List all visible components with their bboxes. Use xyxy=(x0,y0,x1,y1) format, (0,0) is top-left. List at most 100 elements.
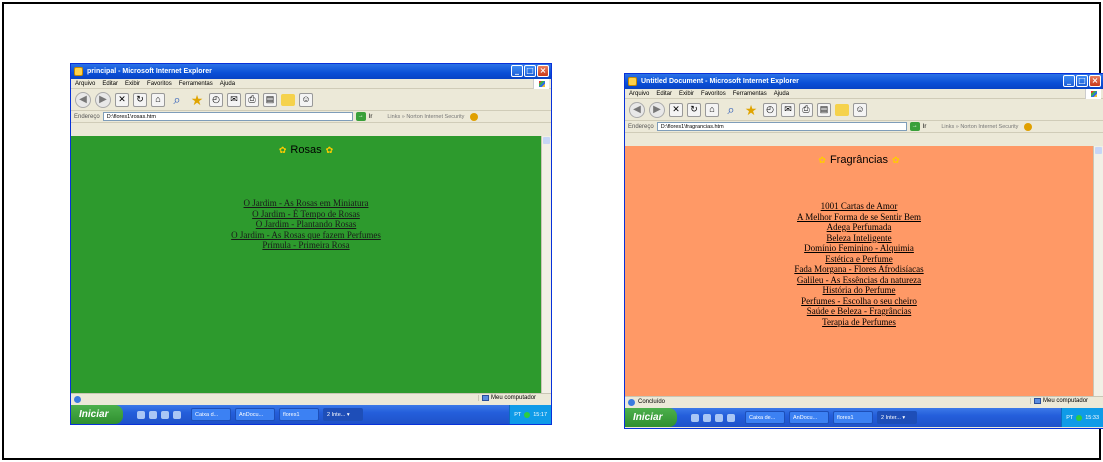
taskbar-button[interactable]: flores1 xyxy=(833,411,873,424)
link-item[interactable]: 1001 Cartas de Amor xyxy=(821,201,898,212)
favorites-icon[interactable]: ★ xyxy=(189,92,205,108)
menu-editar[interactable]: Editar xyxy=(102,81,118,87)
start-button[interactable]: Iniciar xyxy=(71,405,123,424)
edit-icon[interactable]: ▤ xyxy=(817,102,831,117)
go-label[interactable]: Ir xyxy=(923,124,927,130)
menu-arquivo[interactable]: Arquivo xyxy=(629,91,649,97)
vertical-scrollbar[interactable] xyxy=(1093,146,1103,396)
quick-launch-icon[interactable] xyxy=(149,410,157,419)
back-icon[interactable]: ◀ xyxy=(629,101,645,118)
history-icon[interactable]: ◴ xyxy=(763,102,777,117)
link-item[interactable]: O Jardim - Plantando Rosas xyxy=(256,219,357,230)
menu-ferramentas[interactable]: Ferramentas xyxy=(179,81,213,87)
norton-icon[interactable] xyxy=(470,112,479,121)
folder-icon[interactable] xyxy=(281,93,295,106)
menu-ajuda[interactable]: Ajuda xyxy=(220,81,235,87)
quick-launch-icon[interactable] xyxy=(137,410,145,419)
maximize-button[interactable]: □ xyxy=(1076,75,1088,87)
home-icon[interactable]: ⌂ xyxy=(705,102,719,117)
folder-icon[interactable] xyxy=(835,103,849,116)
link-item[interactable]: A Melhor Forma de se Sentir Bem xyxy=(797,212,921,223)
back-icon[interactable]: ◀ xyxy=(75,91,91,108)
minimize-button[interactable]: _ xyxy=(1063,75,1075,87)
close-button[interactable]: × xyxy=(537,65,549,77)
links-bar[interactable]: Links » Norton Internet Security xyxy=(941,124,1018,130)
forward-icon[interactable]: ▶ xyxy=(649,101,665,118)
link-item[interactable]: O Jardim - As Rosas em Miniatura xyxy=(244,198,369,209)
maximize-button[interactable]: □ xyxy=(524,65,536,77)
taskbar-button[interactable]: AnDocu... xyxy=(789,411,829,424)
menu-exibir[interactable]: Exibir xyxy=(679,91,694,97)
go-label[interactable]: Ir xyxy=(369,114,373,120)
stop-icon[interactable]: ✕ xyxy=(115,92,129,107)
quick-launch-icon[interactable] xyxy=(691,413,699,422)
link-item[interactable]: Galileu - As Essências da natureza xyxy=(797,275,921,286)
taskbar-button[interactable]: 2 Inte... ▾ xyxy=(323,408,363,421)
start-button[interactable]: Iniciar xyxy=(625,408,677,427)
menu-editar[interactable]: Editar xyxy=(656,91,672,97)
taskbar-button[interactable]: AnDocu... xyxy=(235,408,275,421)
link-item[interactable]: História do Perfume xyxy=(823,285,896,296)
quick-launch-icon[interactable] xyxy=(161,410,169,419)
link-item[interactable]: Fada Morgana - Flores Afrodisíacas xyxy=(794,264,923,275)
refresh-icon[interactable]: ↻ xyxy=(133,92,147,107)
link-item[interactable]: Perfumes - Escolha o seu cheiro xyxy=(801,296,917,307)
page-status-icon xyxy=(74,395,81,403)
print-icon[interactable]: ⎙ xyxy=(799,102,813,117)
title-bar[interactable]: Untitled Document - Microsoft Internet E… xyxy=(625,74,1103,89)
link-item[interactable]: Estética e Perfume xyxy=(825,254,892,265)
home-icon[interactable]: ⌂ xyxy=(151,92,165,107)
print-icon[interactable]: ⎙ xyxy=(245,92,259,107)
messenger-icon[interactable]: ☺ xyxy=(299,92,313,107)
security-zone: Meu computador xyxy=(478,395,548,401)
mail-icon[interactable]: ✉ xyxy=(781,102,795,117)
mail-icon[interactable]: ✉ xyxy=(227,92,241,107)
link-item[interactable]: Prímula - Primeira Rosa xyxy=(262,240,349,251)
close-button[interactable]: × xyxy=(1089,75,1101,87)
link-item[interactable]: Adega Perfumada xyxy=(827,222,892,233)
links-bar[interactable]: Links » Norton Internet Security xyxy=(387,114,464,120)
menu-favoritos[interactable]: Favoritos xyxy=(701,91,726,97)
menu-favoritos[interactable]: Favoritos xyxy=(147,81,172,87)
link-item[interactable]: Domínio Feminino - Alquimia xyxy=(804,243,914,254)
link-item[interactable]: O Jardim - As Rosas que fazem Perfumes xyxy=(231,230,381,241)
stop-icon[interactable]: ✕ xyxy=(669,102,683,117)
search-icon[interactable]: ⌕ xyxy=(723,102,739,118)
link-item[interactable]: O Jardim - É Tempo de Rosas xyxy=(252,209,360,220)
norton-icon[interactable] xyxy=(1024,122,1033,131)
tray-status-icon[interactable] xyxy=(524,411,531,418)
edit-icon[interactable]: ▤ xyxy=(263,92,277,107)
menu-arquivo[interactable]: Arquivo xyxy=(75,81,95,87)
forward-icon[interactable]: ▶ xyxy=(95,91,111,108)
quick-launch-icon[interactable] xyxy=(703,413,711,422)
tray-status-icon[interactable] xyxy=(1076,414,1083,421)
favorites-icon[interactable]: ★ xyxy=(743,102,759,118)
quick-launch-icon[interactable] xyxy=(715,413,723,422)
language-indicator[interactable]: PT xyxy=(514,412,521,418)
menu-ferramentas[interactable]: Ferramentas xyxy=(733,91,767,97)
address-input[interactable]: D:\flores1\fragrancias.htm xyxy=(656,122,907,131)
link-item[interactable]: Terapia de Perfumes xyxy=(822,317,896,328)
menu-ajuda[interactable]: Ajuda xyxy=(774,91,789,97)
link-item[interactable]: Beleza Inteligente xyxy=(826,233,891,244)
messenger-icon[interactable]: ☺ xyxy=(853,102,867,117)
history-icon[interactable]: ◴ xyxy=(209,92,223,107)
minimize-button[interactable]: _ xyxy=(511,65,523,77)
taskbar-button[interactable]: Caixa d... xyxy=(191,408,231,421)
quick-launch-icon[interactable] xyxy=(727,413,735,422)
language-indicator[interactable]: PT xyxy=(1066,415,1073,421)
go-icon[interactable]: → xyxy=(909,122,920,131)
quick-launch-icon[interactable] xyxy=(173,410,181,419)
search-icon[interactable]: ⌕ xyxy=(169,92,185,108)
clock: 15:33 xyxy=(1085,414,1099,421)
title-bar[interactable]: principal - Microsoft Internet Explorer … xyxy=(71,64,551,79)
menu-exibir[interactable]: Exibir xyxy=(125,81,140,87)
link-item[interactable]: Saúde e Beleza - Fragrâncias xyxy=(807,306,911,317)
vertical-scrollbar[interactable] xyxy=(541,136,551,393)
taskbar-button[interactable]: flores1 xyxy=(279,408,319,421)
taskbar-button[interactable]: Caixa de... xyxy=(745,411,785,424)
taskbar-button[interactable]: 2 Inter... ▾ xyxy=(877,411,917,424)
go-icon[interactable]: → xyxy=(355,112,366,121)
address-input[interactable]: D:\flores1\rosas.htm xyxy=(102,112,353,121)
refresh-icon[interactable]: ↻ xyxy=(687,102,701,117)
